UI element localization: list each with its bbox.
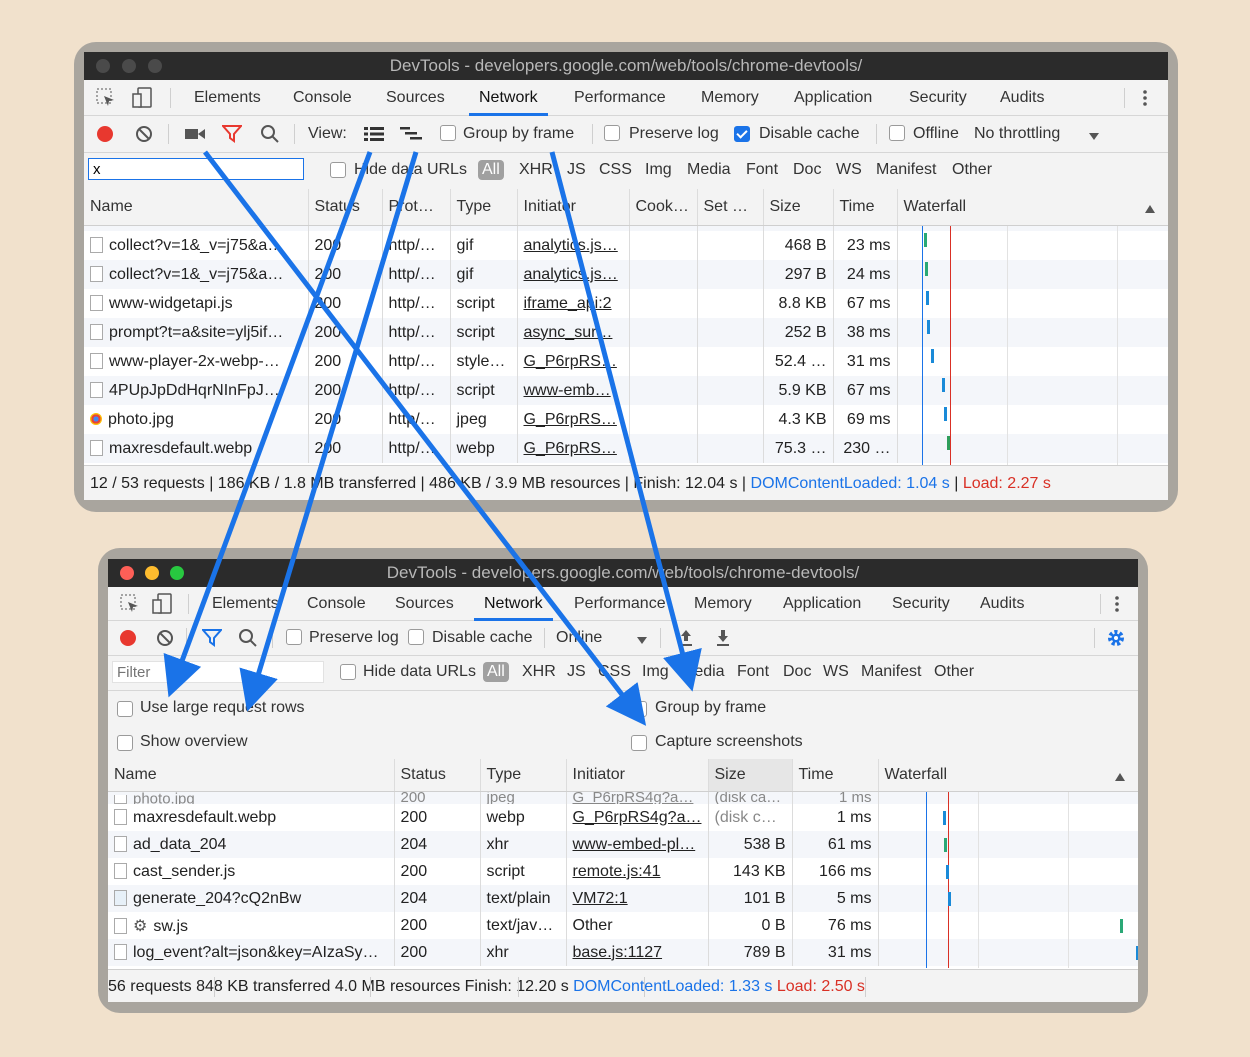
- arrow-overview-to-show-overview: [239, 151, 419, 712]
- arrow-group-by-frame-to-group-by-frame: [549, 151, 702, 692]
- annotation-arrows: [163, 150, 702, 726]
- arrow-large-rows-to-use-large-rows: [163, 151, 373, 698]
